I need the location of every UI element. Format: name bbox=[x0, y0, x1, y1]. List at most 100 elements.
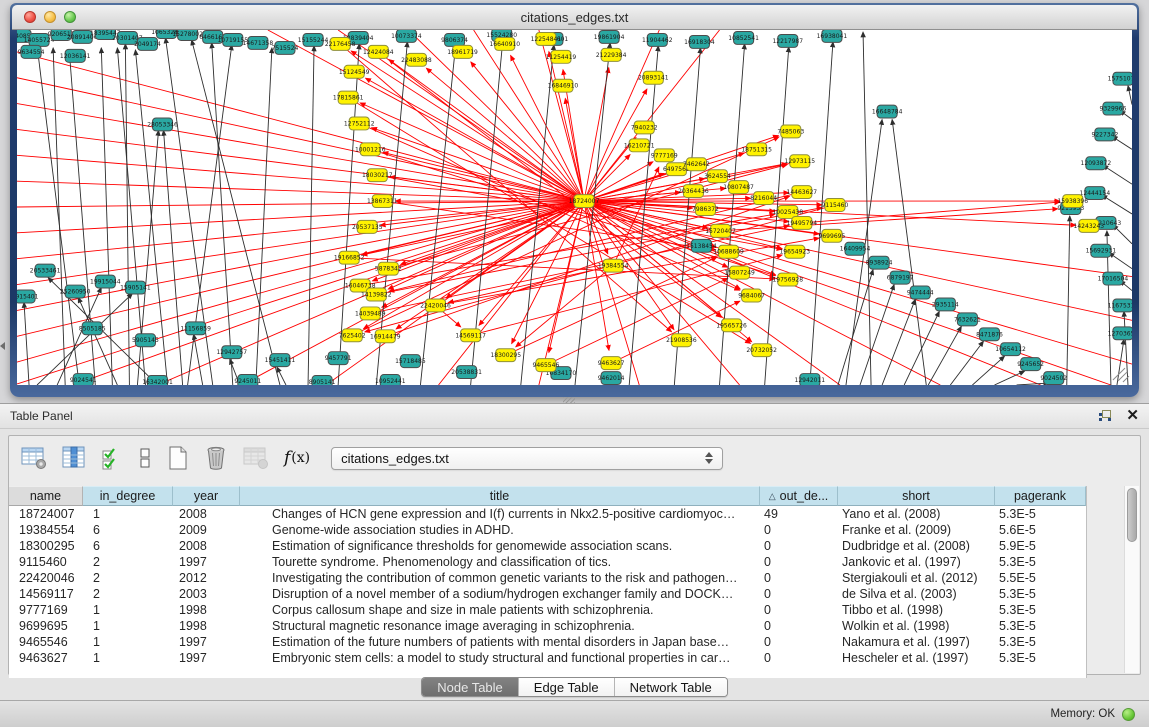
tab-edge-table[interactable]: Edge Table bbox=[518, 678, 614, 696]
table-row[interactable]: 1456911722003Disruption of a novel membe… bbox=[9, 586, 1086, 602]
window-titlebar[interactable]: citations_edges.txt bbox=[12, 5, 1137, 30]
column-header-year[interactable]: year bbox=[173, 486, 240, 506]
table-cell[interactable]: 1 bbox=[83, 506, 173, 522]
table-cell[interactable]: 2009 bbox=[173, 522, 240, 538]
table-row[interactable]: 977716911998Corpus callosum shape and si… bbox=[9, 602, 1086, 618]
column-header-pagerank[interactable]: pagerank bbox=[995, 486, 1086, 506]
table-cell[interactable]: Investigating the contribution of common… bbox=[240, 570, 760, 586]
column-header-short[interactable]: short bbox=[838, 486, 995, 506]
table-cell[interactable]: Stergiakouli et al. (2012) bbox=[838, 570, 995, 586]
table-cell[interactable]: Disruption of a novel member of a sodium… bbox=[240, 586, 760, 602]
table-cell[interactable]: 2008 bbox=[173, 538, 240, 554]
network-canvas[interactable]: 1640853140557249206511208914061839544720… bbox=[17, 30, 1132, 385]
table-cell[interactable]: Estimation of the future numbers of pati… bbox=[240, 634, 760, 650]
table-cell[interactable]: Yano et al. (2008) bbox=[838, 506, 995, 522]
table-cell[interactable]: 5.3E-5 bbox=[995, 634, 1086, 650]
table-cell[interactable]: 1998 bbox=[173, 602, 240, 618]
table-cell[interactable]: 2 bbox=[83, 586, 173, 602]
canvas-resize-grip[interactable] bbox=[1113, 368, 1129, 382]
table-cell[interactable]: Corpus callosum shape and size in male p… bbox=[240, 602, 760, 618]
table-cell[interactable]: 0 bbox=[760, 650, 838, 666]
table-cell[interactable]: 2 bbox=[83, 570, 173, 586]
panel-collapse-arrow-icon[interactable] bbox=[0, 342, 5, 350]
table-cell[interactable]: 0 bbox=[760, 634, 838, 650]
table-cell[interactable]: 9699695 bbox=[9, 618, 83, 634]
table-cell[interactable]: Tourette syndrome. Phenomenology and cla… bbox=[240, 554, 760, 570]
table-cell[interactable]: 0 bbox=[760, 522, 838, 538]
table-cell[interactable]: Embryonic stem cells: a model to study s… bbox=[240, 650, 760, 666]
table-cell[interactable]: 22420046 bbox=[9, 570, 83, 586]
tab-network-table[interactable]: Network Table bbox=[614, 678, 727, 696]
table-cell[interactable]: 0 bbox=[760, 602, 838, 618]
table-row[interactable]: 946554611997Estimation of the future num… bbox=[9, 634, 1086, 650]
table-cell[interactable]: 1997 bbox=[173, 650, 240, 666]
table-cell[interactable]: 2003 bbox=[173, 586, 240, 602]
table-row[interactable]: 969969511998Structural magnetic resonanc… bbox=[9, 618, 1086, 634]
table-cell[interactable]: 5.3E-5 bbox=[995, 602, 1086, 618]
table-cell[interactable]: 5.5E-5 bbox=[995, 570, 1086, 586]
memory-status-icon[interactable] bbox=[1122, 708, 1135, 721]
table-cell[interactable]: Estimation of significance thresholds fo… bbox=[240, 538, 760, 554]
new-table-icon[interactable] bbox=[167, 444, 189, 472]
table-cell[interactable]: Nakamura et al. (1997) bbox=[838, 634, 995, 650]
table-cell[interactable]: Structural magnetic resonance image aver… bbox=[240, 618, 760, 634]
table-cell[interactable]: 9463627 bbox=[9, 650, 83, 666]
table-cell[interactable]: 2 bbox=[83, 554, 173, 570]
table-settings-icon[interactable] bbox=[21, 444, 47, 472]
table-cell[interactable]: 18724007 bbox=[9, 506, 83, 522]
table-cell[interactable]: 5.6E-5 bbox=[995, 522, 1086, 538]
table-cell[interactable]: Jankovic et al. (1997) bbox=[838, 554, 995, 570]
tab-node-table[interactable]: Node Table bbox=[422, 678, 518, 696]
function-builder-icon[interactable]: f(x) bbox=[284, 444, 310, 472]
column-header-title[interactable]: title bbox=[240, 486, 760, 506]
table-row[interactable]: 911546021997Tourette syndrome. Phenomeno… bbox=[9, 554, 1086, 570]
table-cell[interactable]: Wolkin et al. (1998) bbox=[838, 618, 995, 634]
table-cell[interactable]: 1 bbox=[83, 650, 173, 666]
table-cell[interactable]: 14569117 bbox=[9, 586, 83, 602]
table-cell[interactable]: 5.3E-5 bbox=[995, 650, 1086, 666]
table-cell[interactable]: 5.3E-5 bbox=[995, 554, 1086, 570]
table-cell[interactable]: 18300295 bbox=[9, 538, 83, 554]
table-cell[interactable]: 2012 bbox=[173, 570, 240, 586]
select-all-icon[interactable] bbox=[101, 444, 123, 472]
rows-icon[interactable] bbox=[138, 444, 152, 472]
table-cell[interactable]: Tibbo et al. (1998) bbox=[838, 602, 995, 618]
table-cell[interactable]: 6 bbox=[83, 522, 173, 538]
table-cell[interactable]: 1997 bbox=[173, 634, 240, 650]
table-cell[interactable]: 5.3E-5 bbox=[995, 506, 1086, 522]
table-cell[interactable]: de Silva et al. (2003) bbox=[838, 586, 995, 602]
table-cell[interactable]: 9465546 bbox=[9, 634, 83, 650]
table-column-icon[interactable] bbox=[62, 444, 86, 472]
table-row[interactable]: 1872400712008Changes of HCN gene express… bbox=[9, 506, 1086, 522]
table-cell[interactable]: 1 bbox=[83, 634, 173, 650]
table-cell[interactable]: 9115460 bbox=[9, 554, 83, 570]
table-row[interactable]: 2242004622012Investigating the contribut… bbox=[9, 570, 1086, 586]
table-chooser-dropdown[interactable]: citations_edges.txt bbox=[331, 447, 723, 470]
table-cell[interactable]: 1997 bbox=[173, 554, 240, 570]
column-header-in-degree[interactable]: in_degree bbox=[83, 486, 173, 506]
table-cell[interactable]: 1998 bbox=[173, 618, 240, 634]
table-cell[interactable]: 9777169 bbox=[9, 602, 83, 618]
table-cell[interactable]: Genome-wide association studies in ADHD. bbox=[240, 522, 760, 538]
table-scrollbar-thumb[interactable] bbox=[1127, 488, 1137, 542]
table-cell[interactable]: Hescheler et al. (1997) bbox=[838, 650, 995, 666]
delete-rows-icon[interactable] bbox=[204, 444, 228, 472]
table-cell[interactable]: Changes of HCN gene expression and I(f) … bbox=[240, 506, 760, 522]
table-cell[interactable]: 0 bbox=[760, 618, 838, 634]
table-cell[interactable]: 6 bbox=[83, 538, 173, 554]
table-cell[interactable]: 0 bbox=[760, 570, 838, 586]
table-cell[interactable]: 0 bbox=[760, 586, 838, 602]
float-panel-icon[interactable] bbox=[1098, 409, 1114, 423]
table-cell[interactable]: 1 bbox=[83, 618, 173, 634]
table-row[interactable]: 1830029562008Estimation of significance … bbox=[9, 538, 1086, 554]
table-cell[interactable]: Dudbridge et al. (2008) bbox=[838, 538, 995, 554]
column-header-name[interactable]: name bbox=[9, 486, 83, 506]
table-cell[interactable]: 1 bbox=[83, 602, 173, 618]
table-row[interactable]: 1938455462009Genome-wide association stu… bbox=[9, 522, 1086, 538]
table-scrollbar[interactable] bbox=[1124, 486, 1139, 673]
table-cell[interactable]: 2008 bbox=[173, 506, 240, 522]
table-cell[interactable]: 5.9E-5 bbox=[995, 538, 1086, 554]
table-cell[interactable]: Franke et al. (2009) bbox=[838, 522, 995, 538]
table-cell[interactable]: 49 bbox=[760, 506, 838, 522]
table-cell[interactable]: 0 bbox=[760, 554, 838, 570]
